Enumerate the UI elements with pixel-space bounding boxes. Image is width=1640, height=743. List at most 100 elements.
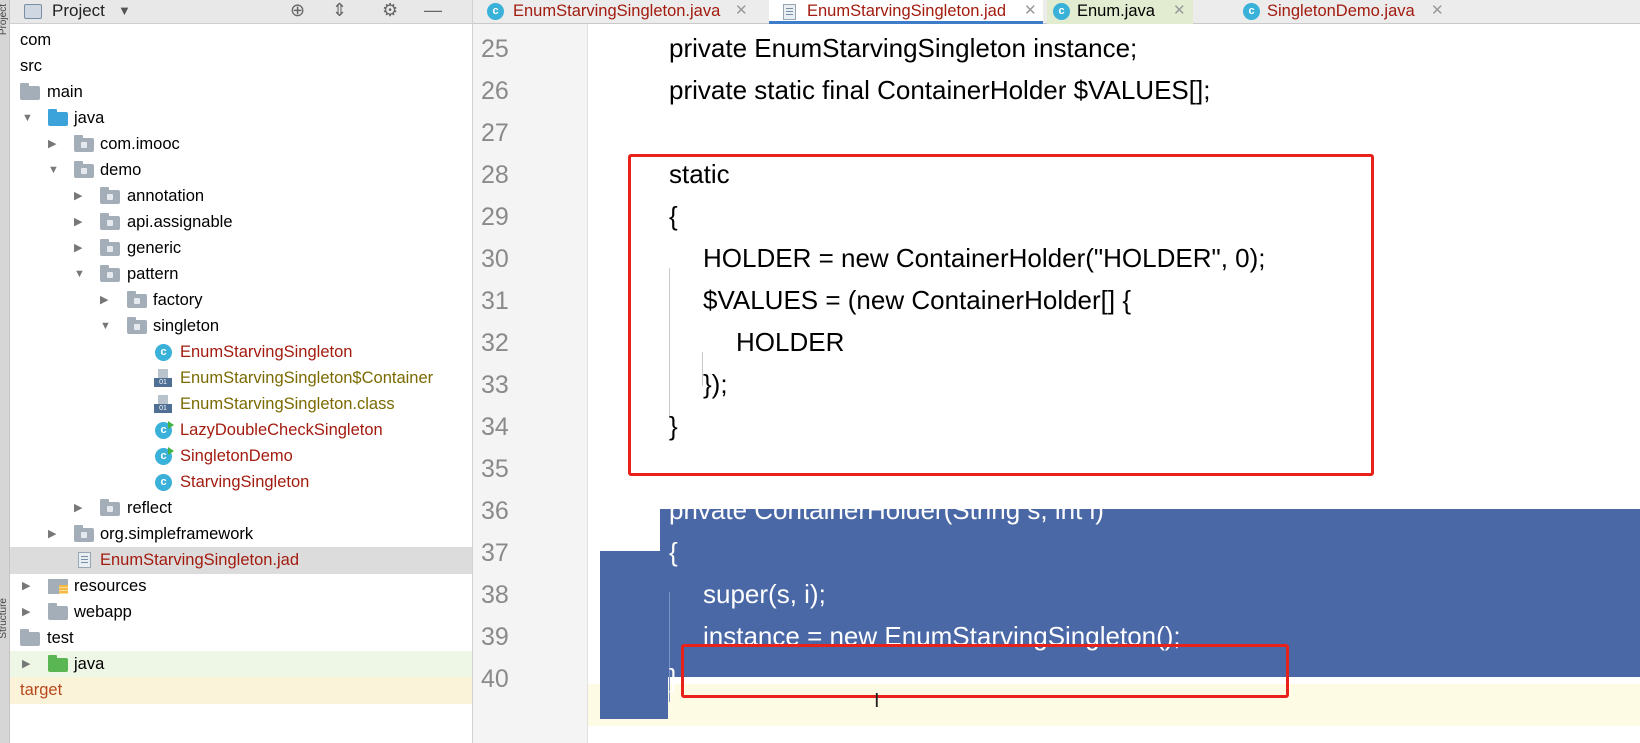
collapsed-arrow-icon[interactable]: ▶: [48, 521, 56, 548]
line-number: 34: [481, 413, 509, 441]
tree-item-target[interactable]: target: [10, 677, 472, 704]
tree-item-singleton[interactable]: ▼ singleton: [10, 313, 472, 340]
code-editor[interactable]: private EnumStarvingSingleton instance; …: [588, 24, 1640, 743]
tree-item-org-simpleframework[interactable]: ▶ org.simpleframework: [10, 521, 472, 548]
tab-enumstarvingsingleton-jad[interactable]: EnumStarvingSingleton.jad ✕: [769, 0, 1043, 24]
gear-icon[interactable]: ⚙: [382, 0, 398, 21]
tree-item-pattern[interactable]: ▼ pattern: [10, 261, 472, 288]
close-icon[interactable]: ✕: [1173, 0, 1186, 22]
tree-item-enumstarvingsingleton[interactable]: c EnumStarvingSingleton: [10, 339, 472, 366]
tab-enum-java[interactable]: c Enum.java ✕: [1047, 0, 1193, 24]
tree-item-enumstarvingsingleton-class[interactable]: 01 EnumStarvingSingleton.class: [10, 391, 472, 418]
tree-item-label: annotation: [127, 187, 205, 205]
tree-item-factory[interactable]: ▶ factory: [10, 287, 472, 314]
line-number: 30: [481, 245, 509, 273]
tree-item-src[interactable]: src: [10, 53, 472, 80]
tree-item-lazydoublechecksingleton[interactable]: c LazyDoubleCheckSingleton: [10, 417, 472, 444]
test-source-folder-icon: [48, 655, 68, 672]
line-number: 29: [481, 203, 509, 231]
tree-item-api-assignable[interactable]: ▶ api.assignable: [10, 209, 472, 236]
left-tool-strip: Project Structure: [0, 0, 10, 743]
class-file-icon: 01: [154, 395, 172, 414]
minimize-icon[interactable]: —: [424, 0, 442, 21]
annotation-box-instance-line: [681, 644, 1289, 698]
tab-label: EnumStarvingSingleton.java: [513, 2, 721, 20]
tree-item-label: reflect: [127, 499, 172, 517]
project-view-selector[interactable]: Project: [52, 1, 105, 21]
expanded-arrow-icon[interactable]: ▼: [74, 261, 85, 288]
tree-item-test[interactable]: test: [10, 625, 472, 652]
tab-label: SingletonDemo.java: [1267, 2, 1415, 20]
collapsed-arrow-icon[interactable]: ▶: [100, 287, 108, 314]
text-file-icon: [78, 552, 91, 568]
package-icon: [100, 187, 120, 204]
editor-tabs-bar: c EnumStarvingSingleton.java ✕ EnumStarv…: [473, 0, 1640, 24]
tab-enumstarvingsingleton-java[interactable]: c EnumStarvingSingleton.java ✕: [487, 0, 765, 24]
tree-item-com[interactable]: com: [10, 27, 472, 54]
structure-tool-tab[interactable]: Structure: [0, 598, 9, 639]
tree-item-label: StarvingSingleton: [180, 473, 310, 491]
tree-item-generic[interactable]: ▶ generic: [10, 235, 472, 262]
tree-item-label: java: [74, 109, 105, 127]
project-tool-tab[interactable]: Project: [0, 4, 9, 35]
tree-item-resources[interactable]: ▶ resources: [10, 573, 472, 600]
tree-item-annotation[interactable]: ▶ annotation: [10, 183, 472, 210]
code-line: super(s, i);: [703, 579, 826, 609]
tree-item-label: test: [47, 629, 74, 647]
line-number: 38: [481, 581, 509, 609]
line-number: 33: [481, 371, 509, 399]
tree-item-label: EnumStarvingSingleton: [180, 343, 353, 361]
selection-highlight: [600, 677, 668, 719]
collapsed-arrow-icon[interactable]: ▶: [74, 209, 82, 236]
tree-item-label: com.imooc: [100, 135, 180, 153]
tree-item-label: SingletonDemo: [180, 447, 293, 465]
close-icon[interactable]: ✕: [735, 0, 748, 22]
tree-item-starvingsingleton[interactable]: c StarvingSingleton: [10, 469, 472, 496]
project-panel-header: Project ▼ ⊕ ⇕ ⚙ —: [10, 0, 472, 24]
package-icon: [100, 265, 120, 282]
collapsed-arrow-icon[interactable]: ▶: [22, 573, 30, 600]
tab-singletondemo-java[interactable]: c SingletonDemo.java ✕: [1239, 0, 1449, 24]
tree-item-test-java[interactable]: ▶ java: [10, 651, 472, 678]
line-number-gutter: 25 26 27 28 29 30 31 32 33 34 35 36 37 3…: [473, 24, 588, 743]
project-panel: Project ▼ ⊕ ⇕ ⚙ — com src main ▼ java ▶ …: [10, 0, 473, 743]
expanded-arrow-icon[interactable]: ▼: [48, 157, 59, 184]
code-line: {: [669, 537, 678, 567]
package-icon: [74, 161, 94, 178]
tree-item-webapp[interactable]: ▶ webapp: [10, 599, 472, 626]
tree-item-container-class[interactable]: 01 EnumStarvingSingleton$Container: [10, 365, 472, 392]
line-number: 36: [481, 497, 509, 525]
source-folder-icon: [48, 109, 68, 126]
chevron-down-icon[interactable]: ▼: [118, 3, 131, 18]
close-icon[interactable]: ✕: [1024, 0, 1037, 22]
tree-item-label: EnumStarvingSingleton$Container: [180, 369, 434, 387]
code-line: private static final ContainerHolder $VA…: [669, 75, 1211, 105]
tree-item-enumstarvingsingleton-jad[interactable]: EnumStarvingSingleton.jad: [10, 547, 472, 574]
tree-item-java[interactable]: ▼ java: [10, 105, 472, 132]
collapsed-arrow-icon[interactable]: ▶: [74, 183, 82, 210]
runnable-class-icon: c: [1243, 3, 1260, 20]
collapsed-arrow-icon[interactable]: ▶: [74, 495, 82, 522]
close-icon[interactable]: ✕: [1431, 0, 1444, 22]
collapsed-arrow-icon[interactable]: ▶: [22, 651, 30, 678]
expanded-arrow-icon[interactable]: ▼: [22, 105, 33, 132]
tree-item-com-imooc[interactable]: ▶ com.imooc: [10, 131, 472, 158]
tree-item-main[interactable]: main: [10, 79, 472, 106]
folder-icon: [20, 83, 40, 100]
code-line: private ContainerHolder(String s, int i): [669, 495, 1104, 525]
line-number: 26: [481, 77, 509, 105]
expanded-arrow-icon[interactable]: ▼: [100, 313, 111, 340]
text-file-icon: [783, 4, 796, 20]
collapsed-arrow-icon[interactable]: ▶: [74, 235, 82, 262]
tree-item-label: LazyDoubleCheckSingleton: [180, 421, 383, 439]
tree-item-reflect[interactable]: ▶ reflect: [10, 495, 472, 522]
tab-label: EnumStarvingSingleton.jad: [807, 2, 1007, 20]
collapse-all-icon[interactable]: ⇕: [332, 0, 347, 21]
collapsed-arrow-icon[interactable]: ▶: [22, 599, 30, 626]
annotation-box-static-block: [628, 154, 1374, 476]
collapsed-arrow-icon[interactable]: ▶: [48, 131, 56, 158]
tree-item-singletondemo[interactable]: c SingletonDemo: [10, 443, 472, 470]
tree-item-demo[interactable]: ▼ demo: [10, 157, 472, 184]
runnable-class-icon: c: [155, 421, 174, 439]
locate-icon[interactable]: ⊕: [290, 0, 305, 21]
